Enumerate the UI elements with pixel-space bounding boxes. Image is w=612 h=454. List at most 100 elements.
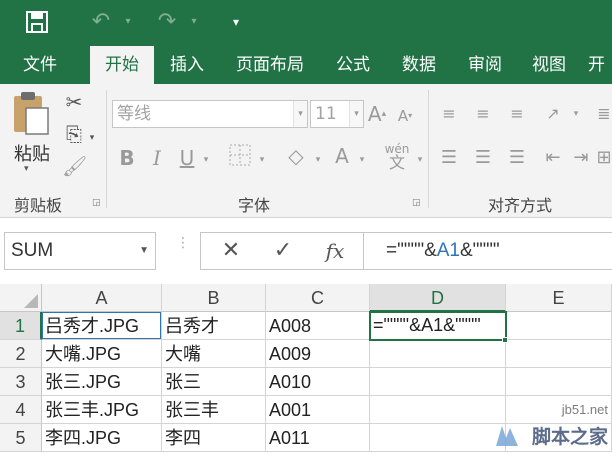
cell-a5[interactable]: 李四.JPG [42,424,162,452]
cell-a3[interactable]: 张三.JPG [42,368,162,396]
chevron-down-icon: ▼ [139,245,149,256]
paste-button[interactable]: 粘贴 ▾ [8,90,54,176]
cell-b3[interactable]: 张三 [162,368,266,396]
row-header-2[interactable]: 2 [0,340,42,368]
tab-file[interactable]: 文件 [10,46,70,84]
cut-icon[interactable]: ✂ [62,90,86,114]
select-all-corner[interactable] [0,284,42,312]
grow-font-icon[interactable]: A▴ [366,102,388,126]
align-top-icon[interactable]: ≡ [436,102,462,126]
borders-dropdown-icon[interactable]: ▾ [256,148,268,172]
row-header-3[interactable]: 3 [0,368,42,396]
align-right-icon[interactable]: ☰ [504,146,530,170]
tab-view[interactable]: 视图 [520,46,578,84]
undo-dropdown-icon[interactable]: ▾ [120,8,136,36]
phonetic-guide-button[interactable]: wén 文 [380,142,414,171]
cell-e2[interactable] [506,340,612,368]
font-launcher-icon[interactable]: ◲ [412,198,422,208]
align-left-icon[interactable]: ☰ [436,146,462,170]
tab-data[interactable]: 数据 [390,46,448,84]
font-color-button[interactable]: A [330,144,354,168]
enter-icon[interactable]: ✓ [263,237,303,265]
cell-c2[interactable]: A009 [266,340,370,368]
font-color-dropdown-icon[interactable]: ▾ [356,148,368,172]
formula-input[interactable]: =""""&A1&"""" [364,232,612,270]
insert-function-icon[interactable]: fx [315,237,355,265]
cell-c3[interactable]: A010 [266,368,370,396]
watermark-logo-icon [492,420,522,450]
font-size-combo[interactable]: 11 ▾ [310,100,364,128]
watermark-brand: 脚本之家 [531,426,608,448]
format-painter-icon[interactable]: 🖌 [62,154,87,178]
tab-formulas[interactable]: 公式 [324,46,382,84]
paste-dropdown-icon[interactable]: ▾ [24,164,29,174]
merge-center-icon[interactable]: ⊞ [594,146,612,170]
clipboard-launcher-icon[interactable]: ◲ [92,198,102,208]
copy-dropdown-icon[interactable]: ▾ [86,126,98,150]
font-name-combo[interactable]: 等线 ▾ [112,100,308,128]
fill-color-dropdown-icon[interactable]: ▾ [312,148,324,172]
alignment-group-label: 对齐方式 [488,196,553,215]
column-header-c[interactable]: C [266,284,370,312]
column-header-a[interactable]: A [42,284,162,312]
tab-home[interactable]: 开始 [90,46,154,84]
cell-d5[interactable] [370,424,506,452]
column-header-e[interactable]: E [506,284,612,312]
cell-d3[interactable] [370,368,506,396]
cell-b2[interactable]: 大嘴 [162,340,266,368]
cell-d1[interactable]: =""""&A1&"""" [369,311,507,341]
phonetic-dropdown-icon[interactable]: ▾ [414,148,426,172]
underline-button[interactable]: U [176,146,198,170]
cell-b4[interactable]: 张三丰 [162,396,266,424]
column-header-b[interactable]: B [162,284,266,312]
cell-e1[interactable] [506,312,612,340]
redo-icon[interactable]: ↷ [150,8,184,36]
underline-dropdown-icon[interactable]: ▾ [200,148,212,172]
font-group-label: 字体 [238,196,271,215]
italic-button[interactable]: I [146,146,168,170]
row-header-4[interactable]: 4 [0,396,42,424]
increase-indent-icon[interactable]: ⇥ [568,146,594,170]
row-header-1[interactable]: 1 [0,312,42,340]
align-middle-icon[interactable]: ≡ [470,102,496,126]
cell-c1[interactable]: A008 [266,312,370,340]
decrease-indent-icon[interactable]: ⇤ [540,146,566,170]
align-center-icon[interactable]: ☰ [470,146,496,170]
row-header-5[interactable]: 5 [0,424,42,452]
cell-a2[interactable]: 大嘴.JPG [42,340,162,368]
cell-c4[interactable]: A001 [266,396,370,424]
undo-icon[interactable]: ↶ [84,8,118,36]
column-header-d[interactable]: D [370,284,506,312]
customize-qat-icon[interactable]: ▾ [226,8,246,36]
cell-d2[interactable] [370,340,506,368]
tab-review[interactable]: 审阅 [456,46,514,84]
tab-insert[interactable]: 插入 [158,46,216,84]
name-box[interactable]: SUM ▼ [4,232,156,270]
fill-color-icon[interactable]: ◇ [282,144,310,168]
shrink-font-icon[interactable]: A▾ [394,104,416,128]
borders-icon[interactable] [226,144,254,171]
redo-dropdown-icon[interactable]: ▾ [186,8,202,36]
cell-b1[interactable]: 吕秀才 [162,312,266,340]
formula-buttons: ✕ ✓ fx [200,232,364,270]
tab-partial[interactable]: 开 [588,46,612,84]
cell-d4[interactable] [370,396,506,424]
cell-e3[interactable] [506,368,612,396]
bold-button[interactable]: B [116,146,138,170]
align-bottom-icon[interactable]: ≡ [504,102,530,126]
orientation-dropdown-icon[interactable]: ▾ [570,102,582,126]
orientation-icon[interactable]: ↗ [540,102,566,126]
tab-page-layout[interactable]: 页面布局 [226,46,314,84]
fill-handle[interactable] [502,337,508,343]
save-icon[interactable] [22,8,52,36]
copy-icon[interactable]: ⎘ [62,122,86,146]
cell-c5[interactable]: A011 [266,424,370,452]
cancel-icon[interactable]: ✕ [211,237,251,265]
cell-b5[interactable]: 李四 [162,424,266,452]
cell-a4[interactable]: 张三丰.JPG [42,396,162,424]
wrap-text-icon[interactable]: ≣ [594,102,612,126]
ribbon-tab-bar: 文件 开始 插入 页面布局 公式 数据 审阅 视图 开 [0,46,612,84]
watermark-site: jb51.net [561,402,608,417]
cell-a1[interactable]: 吕秀才.JPG [42,312,162,340]
formula-bar-grip-icon[interactable]: ⋮ [176,236,190,262]
